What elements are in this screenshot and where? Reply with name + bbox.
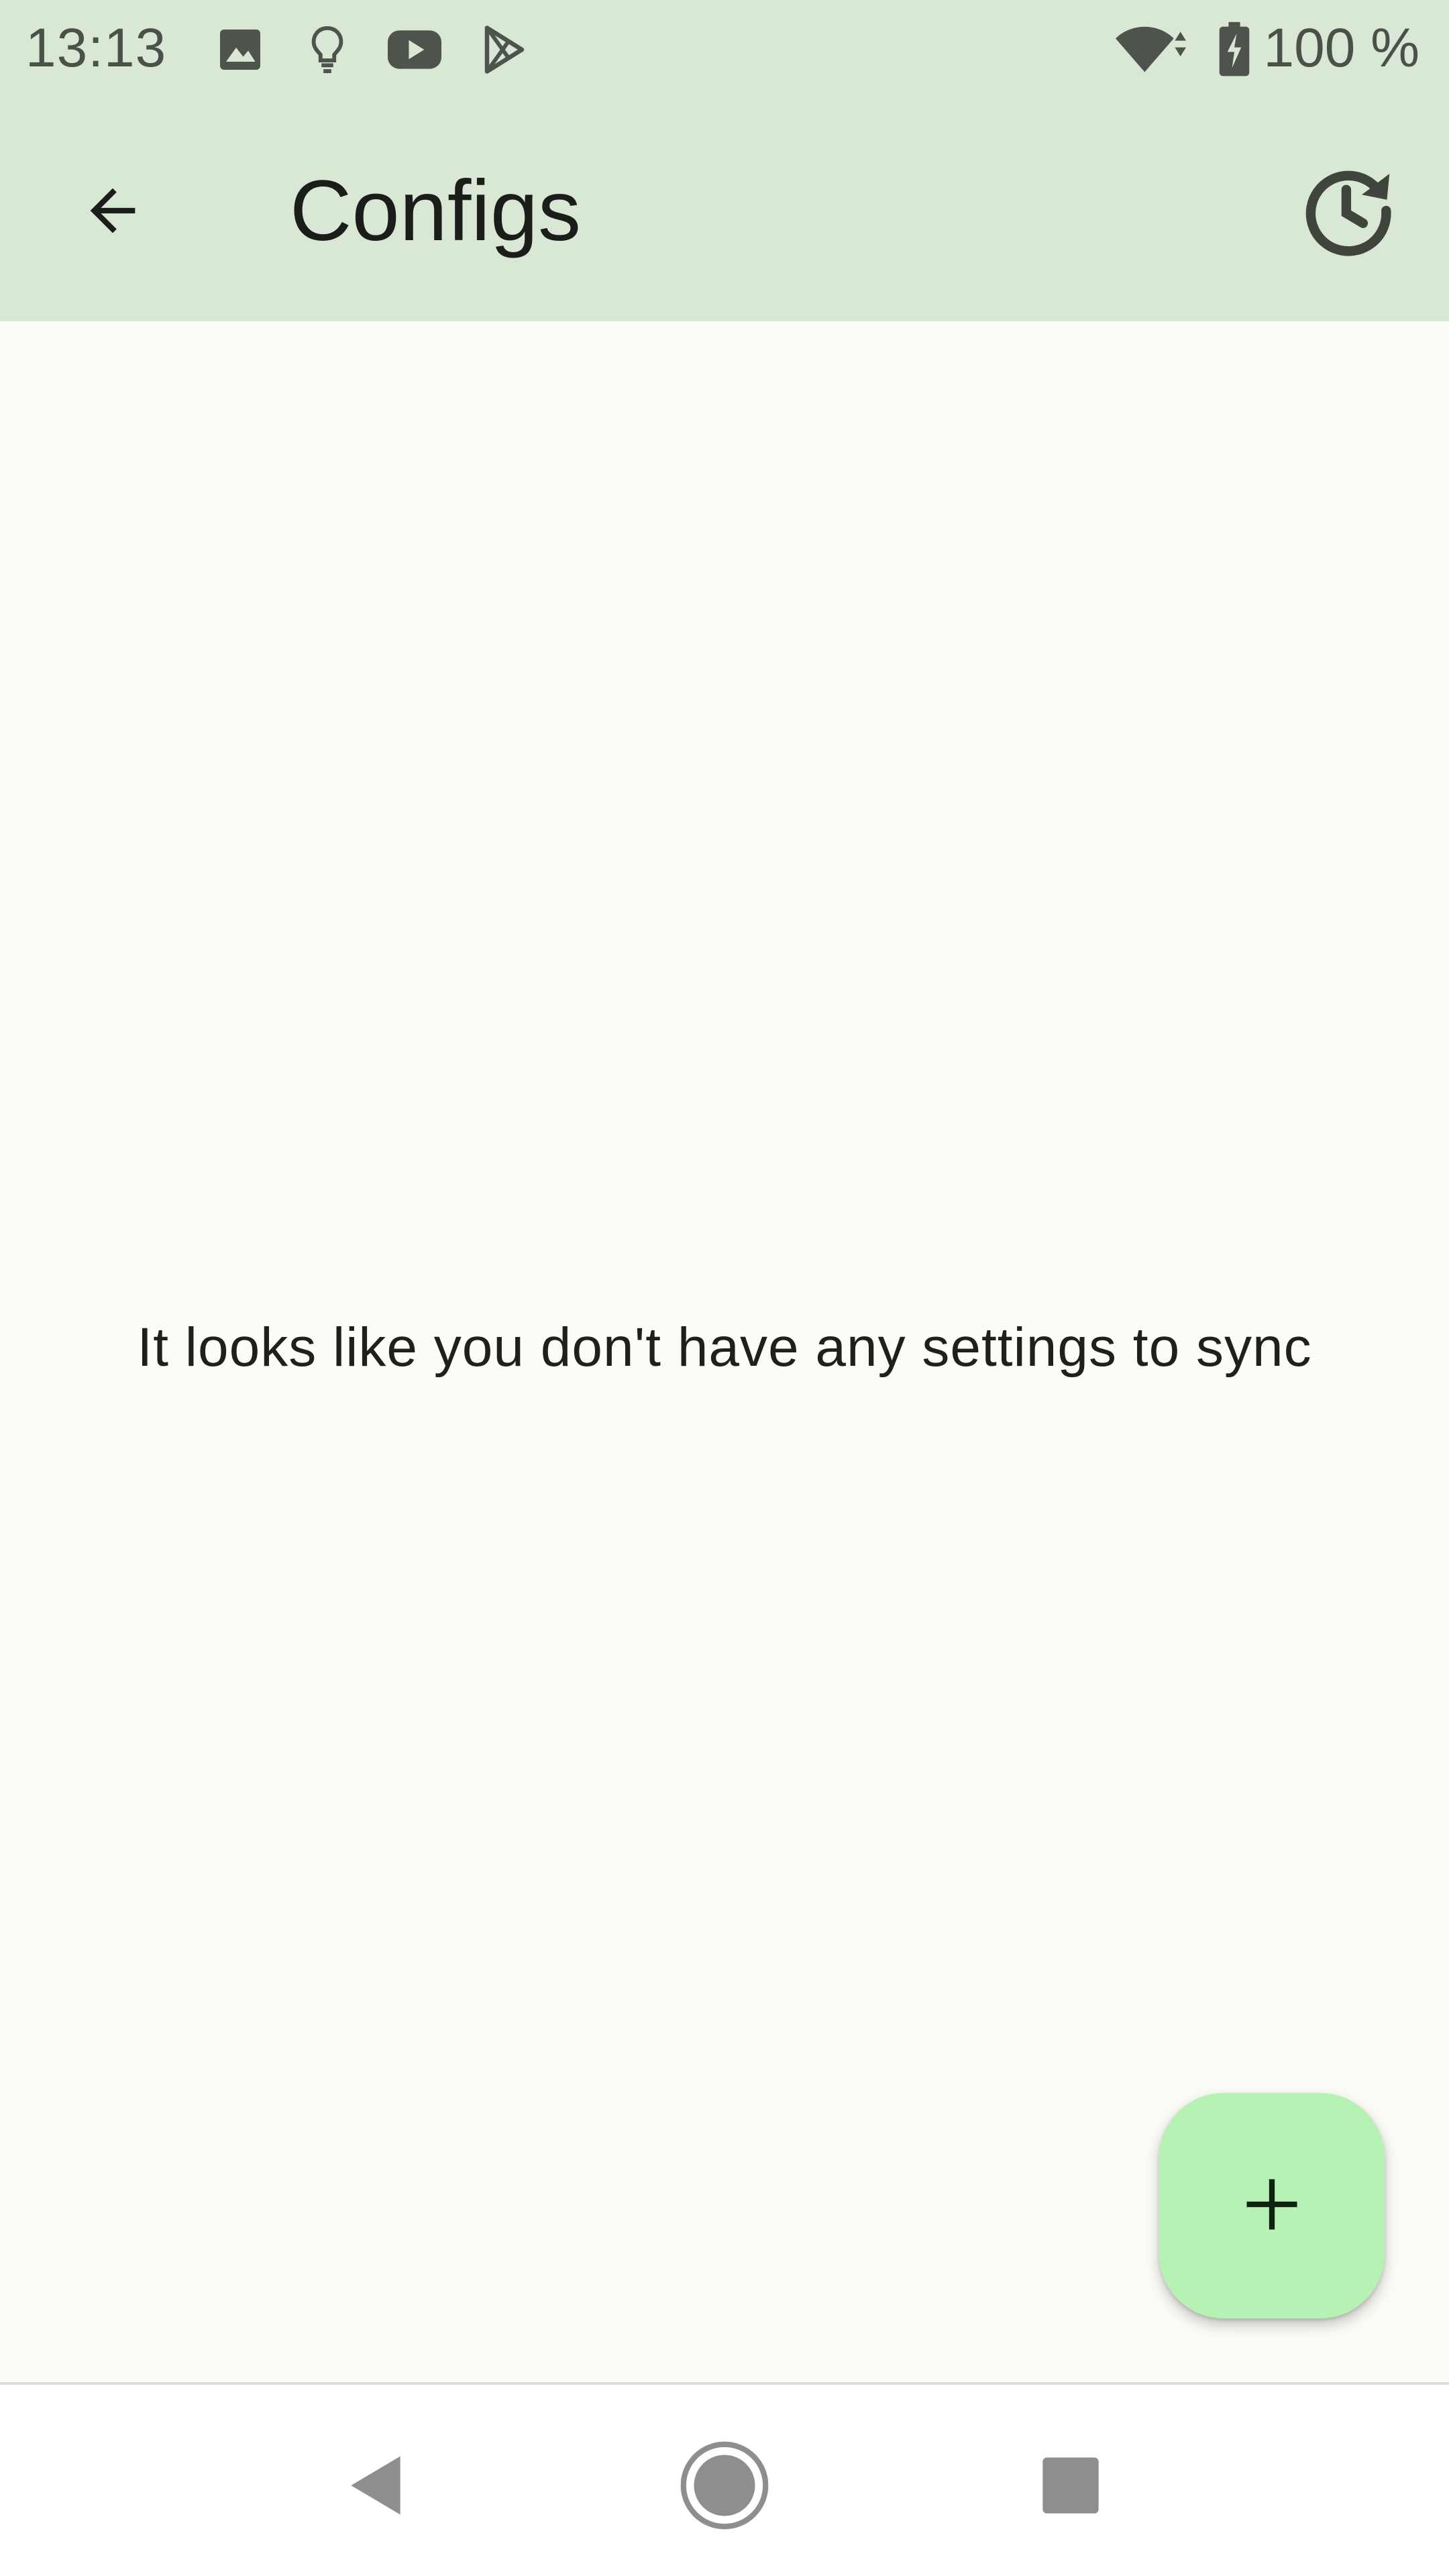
add-config-button[interactable] bbox=[1159, 2093, 1385, 2318]
plus-icon bbox=[1238, 2171, 1305, 2241]
nav-recents-button[interactable] bbox=[1017, 2433, 1124, 2540]
nav-home-icon bbox=[678, 2438, 771, 2536]
image-icon bbox=[213, 23, 267, 76]
empty-state-message: It looks like you don't have any setting… bbox=[137, 1317, 1312, 1378]
battery-percentage: 100 % bbox=[1263, 17, 1419, 78]
nav-home-button[interactable] bbox=[671, 2433, 778, 2540]
play-store-icon bbox=[478, 23, 531, 76]
wifi-icon bbox=[1110, 23, 1189, 76]
screen: 13:13 100 % Configs It looks like you do… bbox=[0, 0, 1449, 2576]
arrow-back-icon bbox=[79, 177, 146, 248]
nav-back-button[interactable] bbox=[322, 2433, 429, 2540]
page-title: Configs bbox=[290, 163, 581, 259]
system-nav-bar bbox=[0, 2385, 1449, 2576]
nav-back-icon bbox=[339, 2449, 413, 2526]
battery-charging-icon bbox=[1216, 21, 1253, 76]
history-clock-icon bbox=[1298, 160, 1399, 264]
main-content: It looks like you don't have any setting… bbox=[0, 321, 1449, 2382]
back-button[interactable] bbox=[59, 158, 166, 266]
nav-recents-icon bbox=[1037, 2452, 1104, 2522]
status-bar: 13:13 100 % bbox=[0, 0, 1449, 97]
lightbulb-icon bbox=[301, 23, 354, 76]
youtube-icon bbox=[388, 23, 441, 76]
status-time: 13:13 bbox=[25, 17, 167, 78]
history-button[interactable] bbox=[1295, 158, 1402, 266]
app-bar: Configs bbox=[0, 97, 1449, 321]
